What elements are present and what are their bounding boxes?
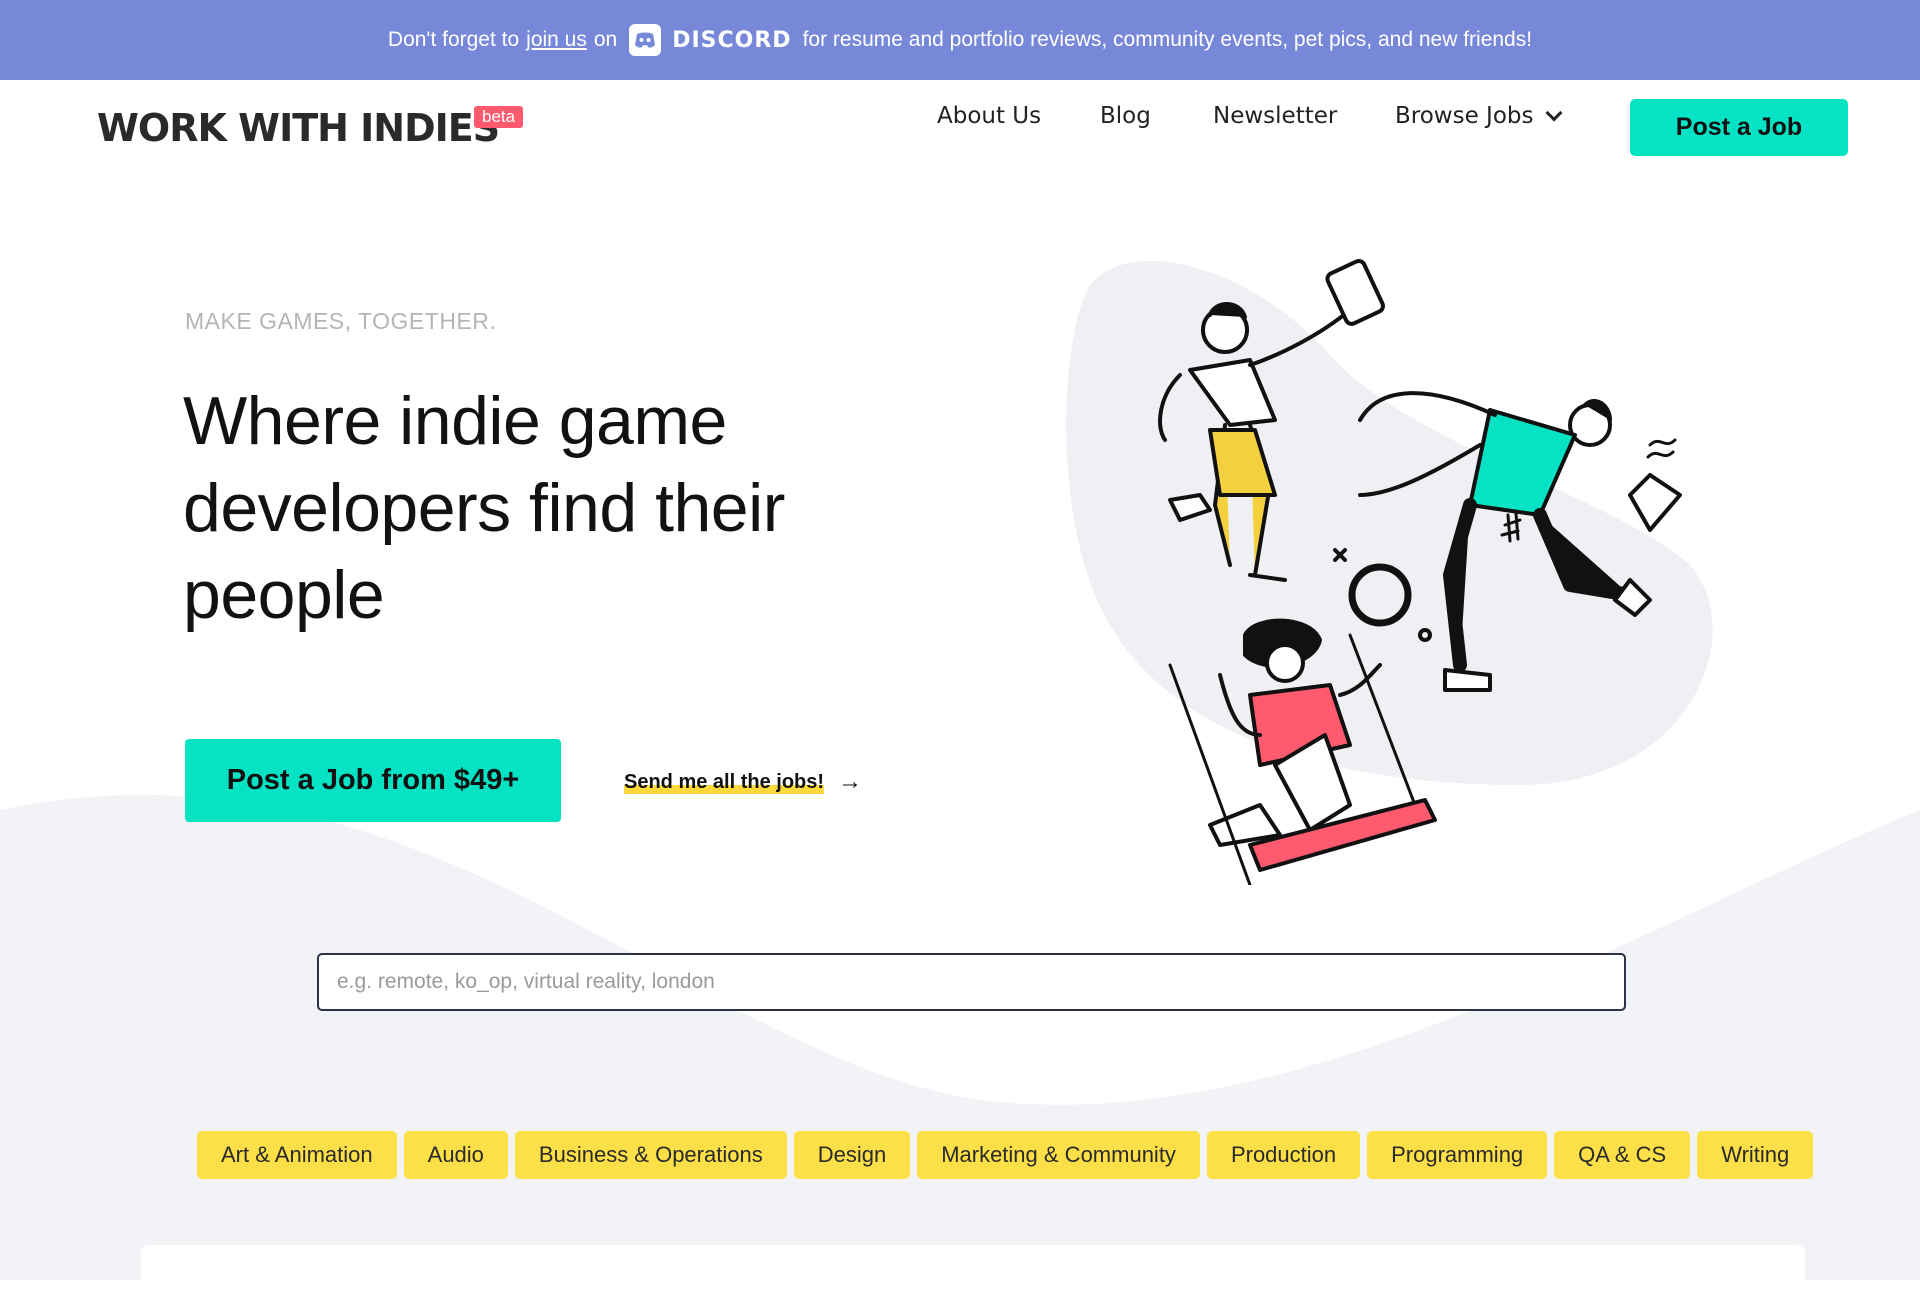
category-business-operations[interactable]: Business & Operations: [514, 1131, 787, 1179]
site-logo[interactable]: WORK WITH INDIES: [97, 106, 500, 150]
banner-suffix: for resume and portfolio reviews, commun…: [802, 28, 1533, 51]
arrow-right-icon: →: [838, 768, 863, 795]
hero-headline: Where indie game developers find their p…: [183, 383, 785, 633]
category-design[interactable]: Design: [793, 1131, 911, 1179]
category-qa-cs[interactable]: QA & CS: [1554, 1131, 1691, 1179]
send-me-all-jobs-label: Send me all the jobs!: [624, 770, 825, 794]
category-list: Art & Animation Audio Business & Operati…: [197, 1131, 1814, 1179]
category-programming[interactable]: Programming: [1367, 1131, 1548, 1179]
nav-blog[interactable]: Blog: [1100, 103, 1151, 129]
nav-browse-jobs[interactable]: Browse Jobs: [1395, 103, 1562, 129]
category-writing[interactable]: Writing: [1697, 1131, 1814, 1179]
job-list-card: [141, 1245, 1805, 1305]
category-production[interactable]: Production: [1206, 1131, 1361, 1179]
category-audio[interactable]: Audio: [403, 1131, 508, 1179]
nav-about-us[interactable]: About Us: [937, 103, 1041, 129]
banner-prefix: Don't forget to: [387, 28, 520, 51]
discord-icon: [629, 24, 662, 56]
background-blob: [1066, 260, 1713, 785]
site-header: WORK WITH INDIES beta About Us Blog News…: [0, 80, 1920, 176]
discord-logo[interactable]: DISCORD: [628, 23, 791, 57]
post-job-from-price-button[interactable]: Post a Job from $49+: [185, 739, 561, 822]
banner-on: on: [593, 28, 618, 51]
discord-banner: Don't forget to join us on DISCORD for r…: [0, 0, 1920, 80]
post-job-button[interactable]: Post a Job: [1630, 99, 1848, 156]
nav-newsletter[interactable]: Newsletter: [1213, 103, 1337, 129]
beta-badge: beta: [474, 106, 524, 128]
hero-illustration: [1066, 259, 1713, 885]
category-marketing-community[interactable]: Marketing & Community: [917, 1131, 1200, 1179]
discord-wordmark: DISCORD: [672, 27, 792, 53]
category-art-animation[interactable]: Art & Animation: [197, 1131, 397, 1179]
job-search-input[interactable]: [317, 953, 1626, 1011]
chevron-down-icon: [1545, 104, 1562, 122]
nav-browse-jobs-label: Browse Jobs: [1395, 103, 1534, 129]
join-us-link[interactable]: join us: [526, 28, 587, 52]
send-me-all-jobs-link[interactable]: Send me all the jobs! →: [624, 768, 862, 796]
hero-eyebrow: MAKE GAMES, TOGETHER.: [185, 308, 497, 334]
